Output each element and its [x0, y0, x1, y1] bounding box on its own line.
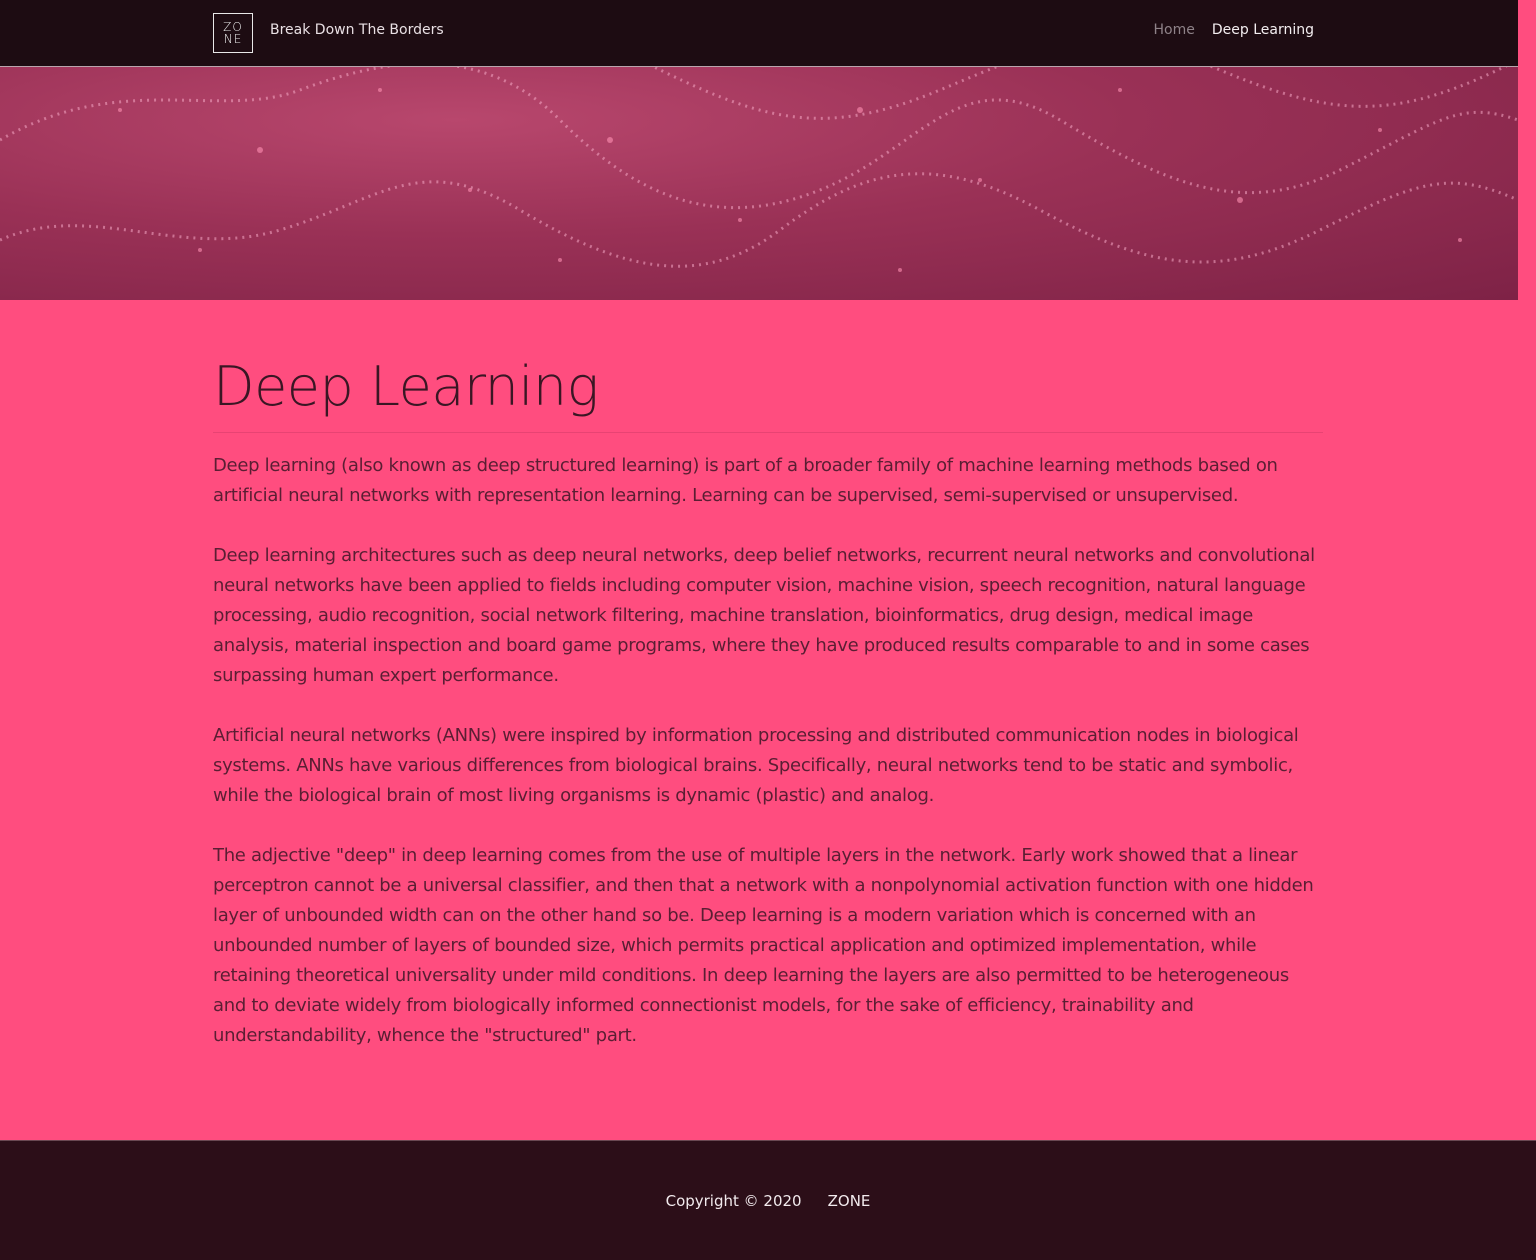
page-scrollbar[interactable] [1518, 0, 1536, 300]
main-content: Deep Learning Deep learning (also known … [213, 355, 1323, 1051]
paragraph-architectures: Deep learning architectures such as deep… [213, 545, 1315, 686]
nav-links: Home Deep Learning [1154, 22, 1314, 38]
nav-link-deep-learning[interactable]: Deep Learning [1212, 22, 1314, 38]
page-footer: Copyright © 2020 ZONE [0, 1140, 1536, 1260]
logo-text-bottom: NE [223, 32, 243, 46]
paragraph-intro: Deep learning (also known as deep struct… [213, 455, 1278, 506]
nav-link-home[interactable]: Home [1154, 22, 1195, 38]
brand-name[interactable]: Break Down The Borders [270, 22, 444, 38]
footer-brand-link[interactable]: ZONE [828, 1192, 871, 1210]
page-title: Deep Learning [213, 355, 1323, 433]
top-navbar: ZO NE Break Down The Borders Home Deep L… [0, 0, 1518, 67]
paragraph-anns: Artificial neural networks (ANNs) were i… [213, 725, 1299, 806]
zone-logo[interactable]: ZO NE [213, 13, 253, 53]
copyright-text: Copyright © 2020 [665, 1191, 802, 1210]
paragraph-deep-adjective: The adjective "deep" in deep learning co… [213, 845, 1314, 1046]
